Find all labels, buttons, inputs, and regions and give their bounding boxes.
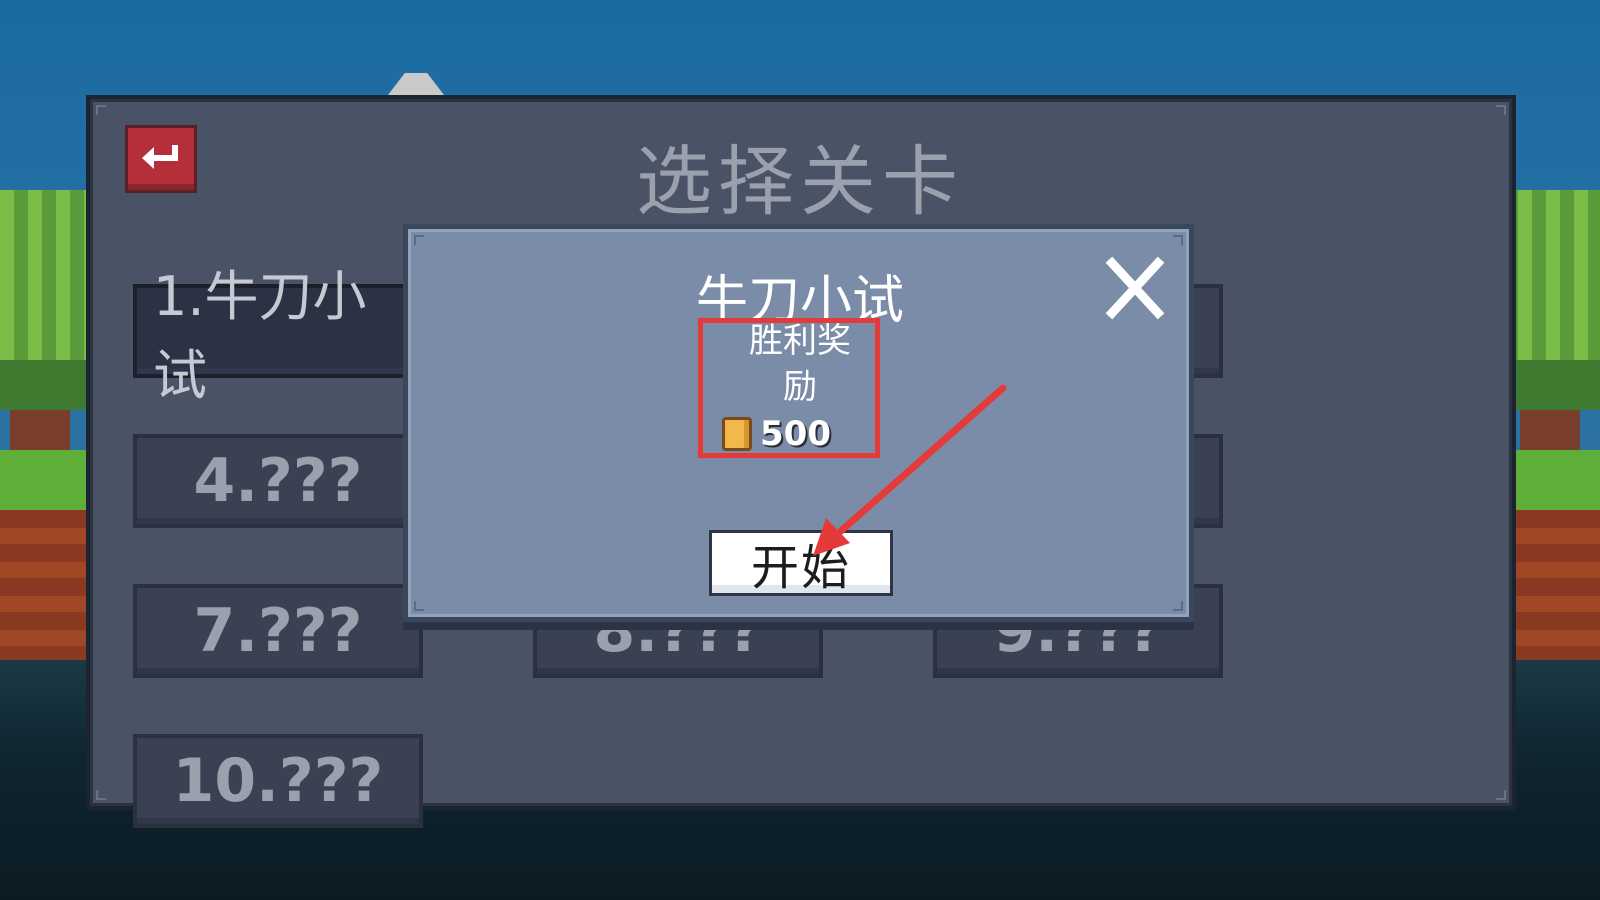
level-button-7[interactable]: 7.??? [133,584,423,678]
start-button[interactable]: 开始 [709,530,893,596]
page-title: 选择关卡 [636,137,964,226]
level-button-4[interactable]: 4.??? [133,434,423,528]
coin-icon [722,417,752,451]
reward-amount: 500 [760,414,831,454]
reward-label: 胜利奖励 [749,321,851,407]
level-button-10[interactable]: 10.??? [133,734,423,828]
close-icon [1105,256,1165,320]
close-button[interactable] [1100,255,1170,325]
